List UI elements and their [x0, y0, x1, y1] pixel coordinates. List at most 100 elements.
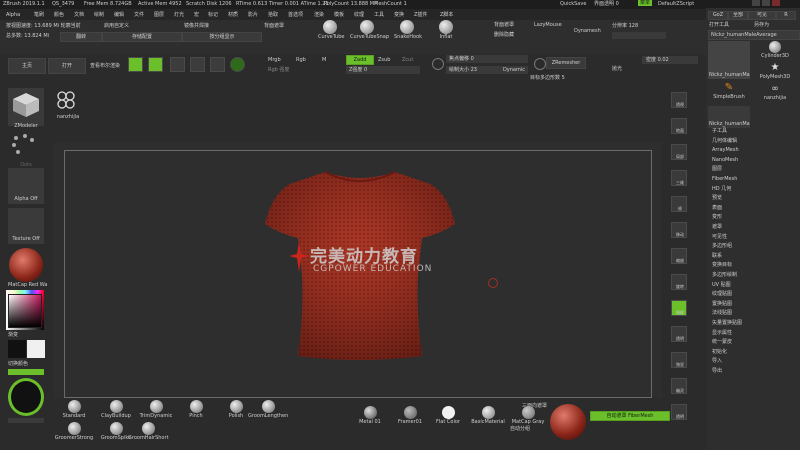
- focal-icon[interactable]: [432, 58, 444, 70]
- brush-snakehook[interactable]: SnakeHook: [394, 20, 422, 40]
- brush-pinch[interactable]: Pinch: [176, 400, 216, 419]
- tool-thumb-nanzhijia[interactable]: ∞ nanzhijia: [754, 84, 796, 104]
- shelf-button[interactable]: 幽灵: [671, 378, 687, 394]
- tool-menu-item[interactable]: 置换贴图: [712, 301, 732, 307]
- menu-item[interactable]: 首选项: [288, 12, 303, 18]
- shelf-button[interactable]: 透明: [671, 326, 687, 342]
- menu-item[interactable]: 宏: [194, 12, 199, 18]
- tool-menu-item[interactable]: FiberMesh: [712, 176, 737, 182]
- lazy-radius-icon[interactable]: [8, 378, 44, 416]
- shelf-button[interactable]: 局部: [671, 144, 687, 160]
- store-config-button[interactable]: 存储配置: [102, 32, 182, 42]
- m-button[interactable]: M: [322, 57, 326, 63]
- tool-menu-item[interactable]: 子工具: [712, 128, 727, 134]
- resolution-bar[interactable]: [612, 32, 666, 39]
- material-preview-sphere[interactable]: [550, 404, 586, 440]
- menu-item[interactable]: 文档: [74, 12, 84, 18]
- shelf-button[interactable]: 地面: [671, 118, 687, 134]
- tool-menu-item[interactable]: 遮罩: [712, 224, 722, 230]
- menu-item[interactable]: 模板: [334, 12, 344, 18]
- shelf-button[interactable]: 旋转: [671, 274, 687, 290]
- rgb-intensity[interactable]: Rgb 强度: [268, 67, 289, 73]
- resolution-slider[interactable]: 分辨率 128: [612, 23, 638, 29]
- focal-shift-slider[interactable]: 焦点偏移 0: [446, 55, 528, 63]
- zremesher-icon[interactable]: [534, 58, 546, 70]
- tool-menu-item[interactable]: 变形: [712, 214, 722, 220]
- color-active-bar[interactable]: [8, 369, 44, 375]
- subtool-mini-thumb[interactable]: nanzhijia: [56, 90, 80, 120]
- zcut-button[interactable]: Zcut: [402, 57, 413, 63]
- tool-menu-item[interactable]: UV 贴图: [712, 282, 731, 288]
- open-button[interactable]: 打开: [48, 58, 86, 74]
- lightbox-button[interactable]: 查看布尔渲染: [90, 63, 120, 69]
- color-square[interactable]: [8, 294, 42, 328]
- tool-menu-item[interactable]: ArrayMesh: [712, 147, 739, 153]
- edit-mode-icon[interactable]: [128, 57, 143, 72]
- shelf-button[interactable]: 移动: [671, 222, 687, 238]
- gradient-label[interactable]: 渐变: [8, 332, 18, 338]
- menu-item[interactable]: 拾取: [268, 12, 278, 18]
- flip-button[interactable]: 翻转: [60, 32, 102, 42]
- zsub-button[interactable]: Zsub: [378, 57, 390, 63]
- tool-menu-item[interactable]: 多边形组: [712, 243, 732, 249]
- shelf-button[interactable]: 缩放: [671, 248, 687, 264]
- menu-item[interactable]: 编辑: [114, 12, 124, 18]
- minimize-icon[interactable]: [752, 0, 760, 6]
- custom-enable[interactable]: 启用自定义: [104, 23, 129, 29]
- tool-menu-item[interactable]: 导出: [712, 368, 722, 374]
- goz-all-button[interactable]: 全部: [728, 11, 748, 20]
- tool-menu-item[interactable]: 纹理贴图: [712, 291, 732, 297]
- z-intensity-slider[interactable]: Z强度 0: [346, 66, 420, 74]
- group-show-button[interactable]: 按分组显示: [182, 32, 262, 42]
- menu-item[interactable]: Z插件: [414, 12, 427, 18]
- maximize-icon[interactable]: [762, 0, 770, 6]
- brush-groomhairshort[interactable]: GroomHairShort: [128, 422, 169, 441]
- target-polygons[interactable]: 目标多边形数 5: [530, 75, 565, 81]
- menu-item[interactable]: Z脚本: [440, 12, 453, 18]
- tool-thumb-cylinder[interactable]: Cylinder3D: [754, 41, 796, 59]
- secondary-color[interactable]: [27, 340, 45, 358]
- move-mode-icon[interactable]: [170, 57, 185, 72]
- tool-menu-item[interactable]: 预览: [712, 195, 722, 201]
- auto-groups[interactable]: 自动分组: [510, 426, 530, 432]
- tool-menu-item[interactable]: 初始化: [712, 349, 727, 355]
- goz-button[interactable]: GoZ: [708, 11, 728, 20]
- zremesher-button[interactable]: ZRemesher: [546, 57, 586, 69]
- material-slot[interactable]: MatCap Gray: [510, 406, 546, 425]
- stroke-thumb[interactable]: Dots: [8, 130, 44, 168]
- shelf-button[interactable]: 帧: [671, 196, 687, 212]
- save-as-tool[interactable]: 另存为: [754, 22, 769, 28]
- window-controls[interactable]: [752, 0, 780, 8]
- tool-menu-item[interactable]: NanoMesh: [712, 157, 738, 163]
- menu-item[interactable]: 工具: [374, 12, 384, 18]
- shelf-button[interactable]: 三维: [671, 170, 687, 186]
- shelf-button[interactable]: 线框: [671, 300, 687, 316]
- tool-menu-item[interactable]: 可见性: [712, 234, 727, 240]
- dynamesh-button[interactable]: Dynamesh: [574, 28, 601, 34]
- material-thumb[interactable]: MatCap Red Wa: [8, 248, 47, 288]
- polish-button[interactable]: 抛光: [612, 66, 622, 72]
- quicksave-button[interactable]: QuickSave: [560, 1, 586, 7]
- delete-hidden-button[interactable]: 删除隐藏: [494, 32, 514, 38]
- density-slider[interactable]: 密度 0.02: [642, 56, 698, 64]
- tool-menu-item[interactable]: 图层: [712, 166, 722, 172]
- menu-item[interactable]: 影片: [248, 12, 258, 18]
- menu-item[interactable]: 标记: [208, 12, 218, 18]
- tool-thumb-human-2[interactable]: Nickz_humanMa: [708, 106, 750, 128]
- bottom-left-slider[interactable]: [8, 418, 44, 423]
- tool-menu-item[interactable]: HD 几何: [712, 186, 731, 192]
- shelf-button[interactable]: 独显: [671, 352, 687, 368]
- menu-item[interactable]: Alpha: [6, 12, 20, 18]
- menu-item[interactable]: 灯光: [174, 12, 184, 18]
- menus-button[interactable]: 菜单: [638, 0, 653, 6]
- rotate-mode-icon[interactable]: [210, 57, 225, 72]
- tool-menu-item[interactable]: 统一蒙皮: [712, 339, 732, 345]
- brush-curvetube[interactable]: CurveTube: [318, 20, 344, 40]
- material-slot[interactable]: Framer01: [392, 406, 428, 425]
- tool-menu-item[interactable]: 多边形绘制: [712, 272, 737, 278]
- brush-groomlengthen[interactable]: GroomLengthen: [248, 400, 288, 419]
- rgb-button[interactable]: Rgb: [296, 57, 306, 63]
- close-icon[interactable]: [772, 0, 780, 6]
- current-tool-thumb[interactable]: ZModeler: [8, 88, 44, 129]
- tool-thumb-human[interactable]: Nickz_humanMa: [708, 41, 750, 79]
